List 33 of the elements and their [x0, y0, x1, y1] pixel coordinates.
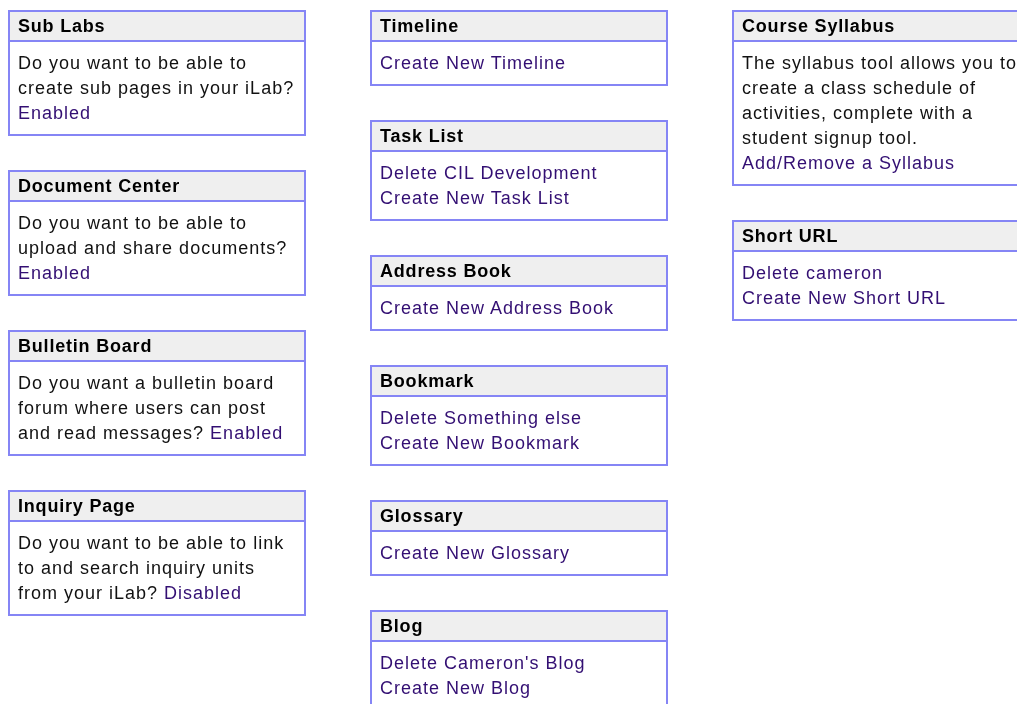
panel-header: Inquiry Page	[10, 492, 304, 522]
panel-description: Do you want to be able to create sub pages in your iLab? Enabled	[18, 52, 296, 125]
action-link[interactable]: Create New Timeline	[380, 51, 567, 76]
status-link[interactable]: Add/Remove a Syllabus	[742, 153, 956, 173]
panel-header: Bookmark	[372, 367, 666, 397]
action-link[interactable]: Delete CIL Development	[380, 161, 598, 186]
panel-header: Bulletin Board	[10, 332, 304, 362]
action-link[interactable]: Delete Something else	[380, 406, 583, 431]
panel-header: Blog	[372, 612, 666, 642]
panel-header: Glossary	[372, 502, 666, 532]
panel-header: Document Center	[10, 172, 304, 202]
status-link[interactable]: Disabled	[164, 583, 243, 603]
action-link[interactable]: Create New Task List	[380, 186, 570, 211]
panel-header: Task List	[372, 122, 666, 152]
action-link[interactable]: Create New Glossary	[380, 541, 571, 566]
status-link[interactable]: Enabled	[210, 423, 284, 443]
action-link[interactable]: Create New Bookmark	[380, 431, 581, 456]
status-link[interactable]: Enabled	[18, 263, 92, 283]
panel-header: Course Syllabus	[734, 12, 1017, 42]
panel-header: Sub Labs	[10, 12, 304, 42]
action-link[interactable]: Delete Cameron's Blog	[380, 651, 586, 676]
panel-header: Address Book	[372, 257, 666, 287]
panel-description: The syllabus tool allows you to create a class schedule of activities, complete with a student signup tool. Add/Remove a Syllabus	[742, 52, 1017, 175]
action-link[interactable]: Create New Short URL	[742, 286, 947, 311]
status-link[interactable]: Enabled	[18, 103, 92, 123]
action-link[interactable]: Create New Address Book	[380, 296, 615, 321]
action-link[interactable]: Create New Blog	[380, 676, 532, 701]
panel-description: Do you want a bulletin board forum where users can post and read messages? Enabled	[18, 372, 285, 445]
panel-header: Timeline	[372, 12, 666, 42]
panel-header: Short URL	[734, 222, 1017, 252]
action-link[interactable]: Delete cameron	[742, 261, 884, 286]
panel-description: Do you want to be able to upload and share documents? Enabled	[18, 212, 289, 285]
panel-description: Do you want to be able to link to and search inquiry units from your iLab? Disabled	[18, 532, 286, 605]
